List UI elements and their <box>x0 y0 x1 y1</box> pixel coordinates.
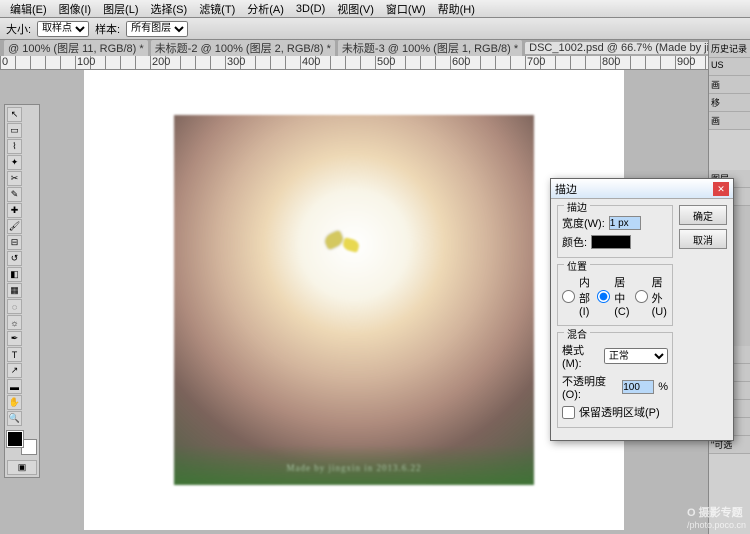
group-blend: 混合 模式(M):正常 不透明度(O):% 保留透明区域(P) <box>557 332 673 428</box>
label-mode: 模式(M): <box>562 342 600 370</box>
type-tool[interactable]: T <box>7 347 22 362</box>
checkbox-preserve[interactable] <box>562 406 575 419</box>
radio-inside[interactable] <box>562 290 575 303</box>
menu-filter[interactable]: 滤镜(T) <box>193 1 241 17</box>
tab-doc-2[interactable]: 未标题-2 @ 100% (图层 2, RGB/8) * <box>151 40 335 56</box>
document-tabs: @ 100% (图层 11, RGB/8) * 未标题-2 @ 100% (图层… <box>0 40 750 56</box>
cancel-button[interactable]: 取消 <box>679 229 727 249</box>
stroke-dialog: 描边 ✕ 描边 宽度(W): 颜色: 位置 内部(I) 居中(C) 居外(U) … <box>550 178 734 441</box>
page-watermark: O 摄影专题 /photo.poco.cn <box>687 504 746 530</box>
menu-image[interactable]: 图像(I) <box>53 1 97 17</box>
brush-tool[interactable]: 🖌 <box>7 219 22 234</box>
butterfly-subject <box>325 233 365 258</box>
ok-button[interactable]: 确定 <box>679 205 727 225</box>
lasso-tool[interactable]: ⌇ <box>7 139 22 154</box>
move-tool[interactable]: ↖ <box>7 107 22 122</box>
path-tool[interactable]: ↗ <box>7 363 22 378</box>
ruler-horizontal: 0100200300400500600700800900 <box>0 56 750 70</box>
eraser-tool[interactable]: ◧ <box>7 267 22 282</box>
quickmask-toggle[interactable]: ▣ <box>7 460 37 475</box>
menubar: 编辑(E) 图像(I) 图层(L) 选择(S) 滤镜(T) 分析(A) 3D(D… <box>0 0 750 18</box>
zoom-tool[interactable]: 🔍 <box>7 411 22 426</box>
group-stroke: 描边 宽度(W): 颜色: <box>557 205 673 258</box>
menu-edit[interactable]: 编辑(E) <box>4 1 53 17</box>
radio-center[interactable] <box>597 290 610 303</box>
panel-nav[interactable]: 移 <box>709 94 750 112</box>
menu-view[interactable]: 视图(V) <box>331 1 380 17</box>
radio-outside[interactable] <box>635 290 648 303</box>
select-blend-mode[interactable]: 正常 <box>604 348 668 364</box>
artwork-image: Made by jingxin in 2013.6.22 <box>174 115 534 485</box>
opt-label-sample: 样本: <box>95 21 120 37</box>
eyedropper-tool[interactable]: ✎ <box>7 187 22 202</box>
stamp-tool[interactable]: ⊟ <box>7 235 22 250</box>
gradient-tool[interactable]: ▦ <box>7 283 22 298</box>
menu-layer[interactable]: 图层(L) <box>97 1 144 17</box>
opt-sample-point[interactable]: 取样点 <box>37 21 89 37</box>
label-width: 宽度(W): <box>562 215 605 231</box>
shape-tool[interactable]: ▬ <box>7 379 22 394</box>
input-opacity[interactable] <box>622 380 654 394</box>
dialog-title-text: 描边 <box>555 181 577 197</box>
close-icon[interactable]: ✕ <box>713 182 729 196</box>
tab-doc-1[interactable]: @ 100% (图层 11, RGB/8) * <box>4 40 148 56</box>
opt-label-size: 大小: <box>6 21 31 37</box>
image-watermark: Made by jingxin in 2013.6.22 <box>174 463 534 473</box>
menu-window[interactable]: 窗口(W) <box>380 1 432 17</box>
stroke-color-swatch[interactable] <box>591 235 631 249</box>
crop-tool[interactable]: ✂ <box>7 171 22 186</box>
history-brush-tool[interactable]: ↺ <box>7 251 22 266</box>
tab-doc-3[interactable]: 未标题-3 @ 100% (图层 1, RGB/8) * <box>338 40 522 56</box>
opt-sample-layers[interactable]: 所有图层 <box>126 21 188 37</box>
heal-tool[interactable]: ✚ <box>7 203 22 218</box>
toolbox: ↖ ▭ ⌇ ✦ ✂ ✎ ✚ 🖌 ⊟ ↺ ◧ ▦ ◌ ☼ ✒ T ↗ ▬ ✋ 🔍 … <box>4 104 40 478</box>
wand-tool[interactable]: ✦ <box>7 155 22 170</box>
menu-select[interactable]: 选择(S) <box>145 1 194 17</box>
background-color[interactable] <box>21 439 37 455</box>
pen-tool[interactable]: ✒ <box>7 331 22 346</box>
panel-char[interactable]: 画 <box>709 112 750 130</box>
dialog-titlebar[interactable]: 描边 ✕ <box>551 179 733 199</box>
menu-help[interactable]: 帮助(H) <box>432 1 481 17</box>
panel-us[interactable]: US <box>709 58 750 76</box>
marquee-tool[interactable]: ▭ <box>7 123 22 138</box>
group-position: 位置 内部(I) 居中(C) 居外(U) <box>557 264 673 326</box>
menu-analysis[interactable]: 分析(A) <box>241 1 290 17</box>
color-swatches[interactable] <box>7 431 37 455</box>
canvas[interactable]: Made by jingxin in 2013.6.22 <box>84 70 624 530</box>
options-bar: 大小: 取样点 样本: 所有图层 <box>0 18 750 40</box>
label-opacity: 不透明度(O): <box>562 373 618 401</box>
input-width[interactable] <box>609 216 641 230</box>
foreground-color[interactable] <box>7 431 23 447</box>
panel-history[interactable]: 历史记录 <box>709 40 750 58</box>
blur-tool[interactable]: ◌ <box>7 299 22 314</box>
panel-brush[interactable]: 画 <box>709 76 750 94</box>
menu-3d[interactable]: 3D(D) <box>290 3 331 15</box>
hand-tool[interactable]: ✋ <box>7 395 22 410</box>
dodge-tool[interactable]: ☼ <box>7 315 22 330</box>
label-color: 颜色: <box>562 234 587 250</box>
